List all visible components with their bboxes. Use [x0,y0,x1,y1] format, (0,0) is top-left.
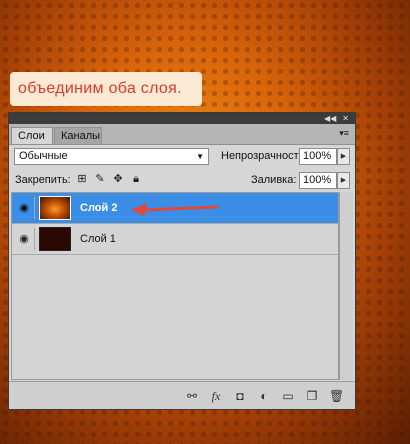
layers-panel: ◀◀ ✕ Слои Каналы ▾≡ Обычные ▼ Непрозрачн… [8,112,356,410]
red-arrow-icon [131,203,219,216]
lock-all-icon[interactable]: 🔒︎ [130,173,142,185]
new-layer-icon[interactable]: ❐ [305,389,319,403]
opacity-stepper[interactable]: ▶ [337,148,350,165]
blend-row: Обычные ▼ Непрозрачность: 100% ▶ [9,146,355,168]
layer-thumbnail [39,227,71,251]
layer-name: Слой 1 [80,233,116,245]
link-icon[interactable]: ⚯ [185,389,199,403]
panel-menu-icon[interactable]: ▾≡ [339,128,349,139]
layer-row-layer-2[interactable]: ◉ Слой 2 [12,193,338,224]
tab-layers[interactable]: Слои [11,127,53,144]
eye-icon[interactable]: ◉ [14,197,35,219]
lock-transparency-icon[interactable]: ⊞ [76,173,88,185]
panel-titlebar[interactable]: ◀◀ ✕ [9,113,355,124]
trash-icon[interactable]: 🗑︎ [329,389,344,403]
mask-icon[interactable]: ◘ [233,389,247,403]
layer-name: Слой 2 [80,202,118,214]
layer-row-layer-1[interactable]: ◉ Слой 1 [12,224,338,255]
adjustment-icon[interactable]: ◐ [257,389,271,403]
collapse-icon[interactable]: ◀◀ [324,113,336,124]
layer-thumbnail [39,196,71,220]
fill-input[interactable]: 100% [299,172,337,189]
folder-icon[interactable]: ▭ [281,389,295,403]
fill-stepper[interactable]: ▶ [337,172,350,189]
close-icon[interactable]: ✕ [342,113,349,124]
blend-mode-select[interactable]: Обычные ▼ [14,148,209,165]
lock-position-icon[interactable]: ✥ [112,173,124,185]
layers-scrollbar[interactable] [339,192,353,380]
lock-pixels-icon[interactable]: ✎ [94,173,106,185]
opacity-input[interactable]: 100% [299,148,337,165]
tab-channels[interactable]: Каналы [54,127,102,144]
panel-tabs: Слои Каналы ▾≡ [9,124,355,145]
layers-list: ◉ Слой 2 ◉ Слой 1 [11,192,339,380]
chevron-down-icon: ▼ [196,152,204,161]
panel-footer: ⚯ fx ◘ ◐ ▭ ❐ 🗑︎ [9,381,355,409]
eye-icon[interactable]: ◉ [14,228,35,250]
blend-mode-value: Обычные [19,150,68,162]
lock-label: Закрепить: [15,174,71,186]
fx-icon[interactable]: fx [209,389,223,403]
fill-label: Заливка: [251,174,297,186]
opacity-label: Непрозрачность: [221,150,308,162]
lock-row: Закрепить: ⊞ ✎ ✥ 🔒︎ Заливка: 100% ▶ [9,171,355,193]
caption-note: объединим оба слоя. [10,72,202,106]
